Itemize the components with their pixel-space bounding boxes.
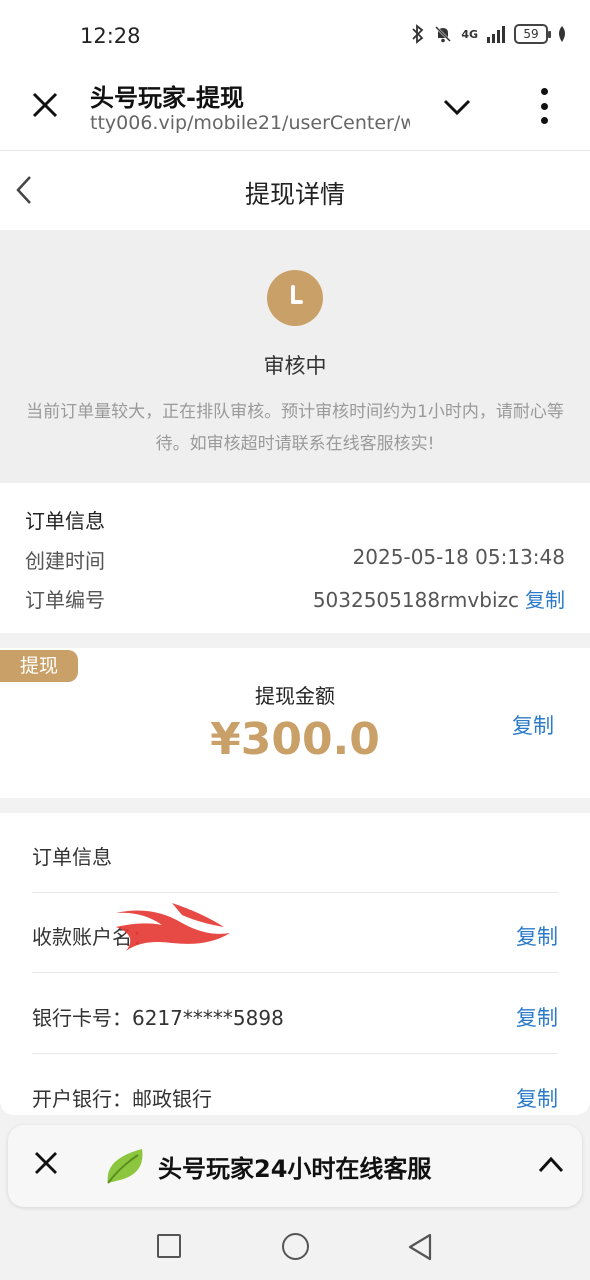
signal-icon [487,26,505,43]
clock-icon [267,270,323,326]
leaf-saver-icon [559,26,565,42]
status-time: 12:28 [80,24,141,48]
customer-service-bar[interactable]: 头号玩家24小时在线客服 [8,1125,582,1207]
created-time-label: 创建时间 [25,549,105,573]
leaf-logo-icon [107,1149,143,1184]
copy-account-name-button[interactable]: 复制 [516,921,558,951]
card-number-label: 银行卡号：6217*****5898 [32,1006,284,1030]
close-icon[interactable] [28,88,62,122]
copy-bank-button[interactable]: 复制 [516,1083,558,1113]
account-name-row: 收款账户名： 复制 [32,893,558,973]
browser-title: 头号玩家-提现 [90,84,244,112]
browser-url[interactable]: tty006.vip/mobile21/userCenter/wi [90,112,410,134]
amount-section: 提现 提现金额 ¥300.0 复制 [0,648,590,798]
order-number-label: 订单编号 [25,588,105,612]
recent-apps-icon[interactable] [157,1234,181,1258]
order-number-value: 5032505188rmvbizc [312,588,519,612]
review-status-section: 审核中 当前订单量较大，正在排队审核。预计审核时间约为1小时内，请耐心等待。如审… [0,230,590,483]
status-icons: 4G 59 [411,24,568,44]
status-bar: 12:28 4G 59 [0,0,590,70]
account-info-section: 订单信息 收款账户名： 复制 银行卡号：6217*****5898 复制 开户银… [0,813,590,1115]
created-time-row: 创建时间 2025-05-18 05:13:48 [25,545,565,574]
account-heading-row: 订单信息 [32,813,558,893]
copy-amount-button[interactable]: 复制 [512,710,554,740]
home-icon[interactable] [282,1233,309,1260]
network-label: 4G [461,27,478,41]
system-nav-bar [0,1212,590,1280]
order-number-row: 订单编号 5032505188rmvbizc 复制 [25,584,565,613]
withdraw-tag: 提现 [0,650,78,682]
nav-back-icon[interactable] [406,1232,434,1262]
bank-row: 开户银行：邮政银行 复制 [32,1055,558,1135]
service-title: 头号玩家24小时在线客服 [158,1155,432,1183]
bank-label: 开户银行：邮政银行 [32,1087,212,1111]
account-heading: 订单信息 [32,845,112,869]
created-time-value: 2025-05-18 05:13:48 [352,545,565,569]
order-info-section: 订单信息 创建时间 2025-05-18 05:13:48 订单编号 50325… [0,483,590,633]
redaction-scribble [116,903,230,951]
browser-bar: 头号玩家-提现 tty006.vip/mobile21/userCenter/w… [0,70,590,150]
mute-bell-icon [435,26,452,43]
bluetooth-icon [412,24,424,44]
chevron-up-icon[interactable] [536,1151,566,1179]
order-heading: 订单信息 [25,509,105,533]
review-description: 当前订单量较大，正在排队审核。预计审核时间约为1小时内，请耐心等待。如审核超时请… [26,402,564,454]
more-menu-icon[interactable] [532,88,556,124]
copy-order-number-button[interactable]: 复制 [525,588,565,612]
amount-label: 提现金额 [255,684,335,708]
amount-value: ¥300.0 [210,714,380,765]
review-status: 审核中 [263,354,327,378]
battery-icon: 59 [514,24,551,44]
chevron-down-icon[interactable] [440,92,474,122]
close-service-icon[interactable] [32,1149,60,1177]
page-header: 提现详情 [0,150,590,230]
copy-card-number-button[interactable]: 复制 [516,1002,558,1032]
card-number-row: 银行卡号：6217*****5898 复制 [32,974,558,1054]
page-title: 提现详情 [244,180,345,209]
